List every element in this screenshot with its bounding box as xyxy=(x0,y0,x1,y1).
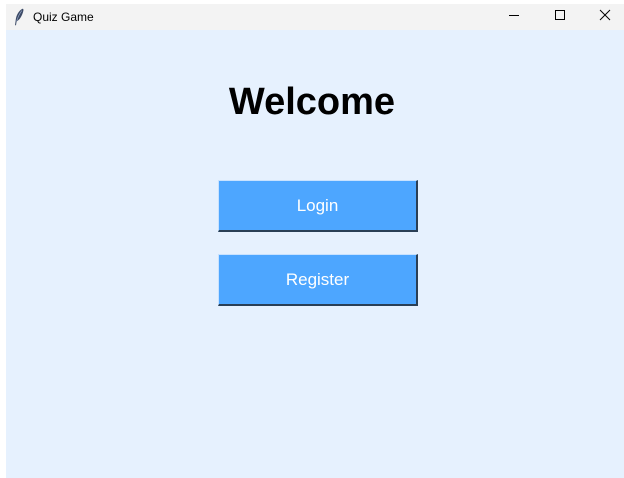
welcome-heading: Welcome xyxy=(228,81,396,123)
app-window: Quiz Game Welcome Login Register xyxy=(6,4,624,478)
register-button[interactable]: Register xyxy=(218,254,418,306)
maximize-button[interactable] xyxy=(537,4,583,30)
login-button[interactable]: Login xyxy=(218,180,418,232)
minimize-icon xyxy=(508,8,520,26)
main-content: Welcome Login Register xyxy=(6,30,624,478)
minimize-button[interactable] xyxy=(491,4,537,30)
feather-icon xyxy=(13,8,25,26)
close-icon xyxy=(599,8,611,26)
close-button[interactable] xyxy=(582,4,624,30)
maximize-icon xyxy=(554,8,566,26)
title-bar[interactable]: Quiz Game xyxy=(6,4,624,30)
window-title: Quiz Game xyxy=(33,10,94,24)
